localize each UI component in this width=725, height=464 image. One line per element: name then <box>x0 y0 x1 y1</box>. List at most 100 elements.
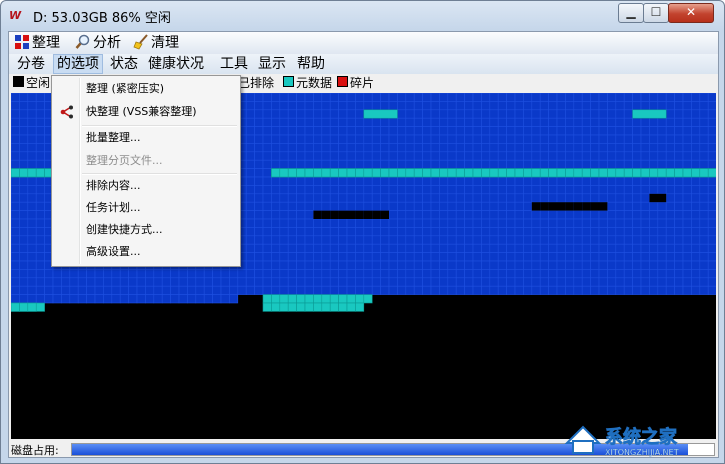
cluster-block <box>607 235 617 245</box>
cluster-block <box>539 117 549 127</box>
cluster-block <box>254 218 264 228</box>
cluster-block <box>380 159 390 169</box>
cluster-block <box>145 294 155 304</box>
options-dropdown-menu: 整理 (紧密压实) 快整理 (VSS兼容整理) 批量整理... 整理分页文件..… <box>51 75 241 267</box>
cluster-block <box>523 285 533 295</box>
cluster-block <box>539 235 549 245</box>
cluster-block <box>355 185 365 195</box>
cluster-block <box>632 218 642 228</box>
menu-item-batch-defrag[interactable]: 批量整理... <box>54 127 238 149</box>
cluster-block <box>565 117 575 127</box>
cluster-block <box>531 101 541 111</box>
cluster-block <box>279 243 289 253</box>
cluster-block <box>388 201 398 211</box>
cluster-block <box>296 285 306 295</box>
cluster-block <box>707 277 716 287</box>
menu-options[interactable]: 的选项 <box>53 54 103 74</box>
cluster-block <box>296 269 306 279</box>
menu-volume[interactable]: 分卷 <box>14 55 48 73</box>
cluster-block <box>623 210 633 220</box>
cluster-block <box>556 185 566 195</box>
cluster-block <box>581 101 591 111</box>
cluster-block <box>640 151 650 161</box>
cluster-block <box>497 210 507 220</box>
menu-help[interactable]: 帮助 <box>294 55 328 73</box>
cluster-block <box>472 260 482 270</box>
share-icon <box>60 105 73 119</box>
cluster-block <box>245 227 255 237</box>
defrag-button[interactable]: 整理 <box>14 34 60 52</box>
cluster-block <box>649 252 659 262</box>
cluster-block <box>35 260 45 270</box>
cluster-block <box>439 109 449 119</box>
cluster-block <box>413 193 423 203</box>
cluster-block <box>548 202 557 211</box>
analyze-label: 分析 <box>93 35 121 51</box>
cluster-block <box>11 176 20 186</box>
clean-button[interactable]: 清理 <box>133 34 179 52</box>
cluster-block <box>313 269 323 279</box>
cluster-block <box>413 126 423 136</box>
cluster-block <box>145 269 155 279</box>
cluster-block <box>699 277 709 287</box>
cluster-block <box>497 151 507 161</box>
cluster-block <box>539 185 549 195</box>
cluster-block <box>481 109 491 119</box>
cluster-block <box>388 260 398 270</box>
cluster-block <box>363 285 373 295</box>
cluster-block <box>413 134 423 144</box>
menu-display[interactable]: 显示 <box>255 55 289 73</box>
cluster-block <box>11 134 20 144</box>
cluster-block <box>271 101 281 111</box>
cluster-block <box>615 101 625 111</box>
cluster-block <box>581 227 591 237</box>
cluster-block <box>355 243 365 253</box>
cluster-block <box>682 109 692 119</box>
cluster-block <box>674 168 684 178</box>
cluster-block <box>422 117 432 127</box>
cluster-block <box>321 168 331 178</box>
cluster-block <box>707 143 716 153</box>
cluster-block <box>623 134 633 144</box>
cluster-block <box>590 227 600 237</box>
cluster-block <box>548 176 558 186</box>
cluster-block <box>497 243 507 253</box>
menu-tools[interactable]: 工具 <box>217 55 251 73</box>
menu-item-advanced-settings[interactable]: 高级设置... <box>54 241 238 263</box>
cluster-block <box>355 126 365 136</box>
minimize-button[interactable]: ▁ <box>618 3 644 23</box>
cluster-block <box>346 235 356 245</box>
cluster-block <box>279 302 289 312</box>
cluster-block <box>539 134 549 144</box>
menu-health[interactable]: 健康状况 <box>145 55 207 73</box>
cluster-block <box>35 176 45 186</box>
cluster-block <box>598 185 608 195</box>
cluster-block <box>674 201 684 211</box>
close-button[interactable]: ✕ <box>668 3 714 23</box>
cluster-block <box>439 126 449 136</box>
menu-item-schedule[interactable]: 任务计划... <box>54 197 238 219</box>
cluster-block <box>556 277 566 287</box>
cluster-block <box>338 302 348 312</box>
cluster-block <box>338 235 348 245</box>
menu-item-exclude[interactable]: 排除内容... <box>54 175 238 197</box>
cluster-block <box>338 201 348 211</box>
title-bar[interactable]: W D: 53.03GB 86% 空闲 ▁ ☐ ✕ <box>1 1 724 31</box>
menu-item-create-shortcut[interactable]: 创建快捷方式... <box>54 219 238 241</box>
menu-status[interactable]: 状态 <box>107 55 141 73</box>
maximize-button[interactable]: ☐ <box>643 3 669 23</box>
cluster-block <box>405 269 415 279</box>
cluster-block <box>279 134 289 144</box>
cluster-block <box>405 218 415 228</box>
cluster-block <box>346 151 356 161</box>
cluster-block <box>220 294 230 304</box>
analyze-button[interactable]: 分析 <box>75 34 121 52</box>
cluster-block <box>506 143 516 153</box>
menu-item-quick-defrag[interactable]: 快整理 (VSS兼容整理) <box>54 101 238 123</box>
cluster-block <box>615 285 625 295</box>
cluster-block <box>514 109 524 119</box>
menu-item-defrag-compact[interactable]: 整理 (紧密压实) <box>54 78 238 100</box>
cluster-block <box>363 294 373 304</box>
cluster-block <box>11 285 20 295</box>
cluster-block <box>497 277 507 287</box>
